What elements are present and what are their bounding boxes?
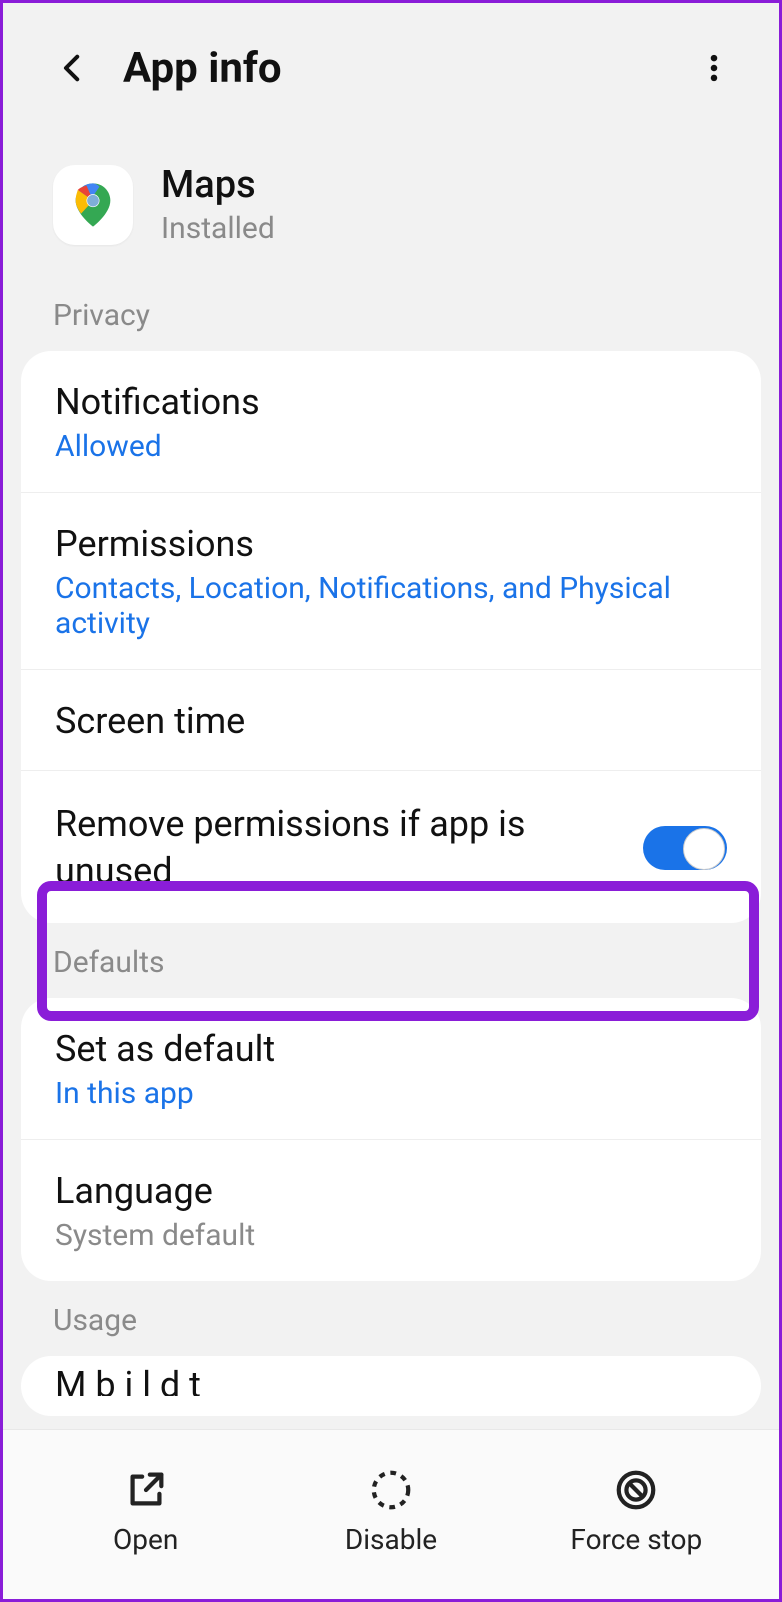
permissions-value: Contacts, Location, Notifications, and P…	[55, 571, 727, 641]
usage-card: M b i l d t	[21, 1356, 761, 1416]
defaults-card: Set as default In this app Language Syst…	[21, 998, 761, 1281]
disable-label: Disable	[345, 1523, 437, 1556]
set-default-title: Set as default	[55, 1028, 727, 1070]
language-title: Language	[55, 1170, 727, 1212]
more-options-button[interactable]	[689, 43, 739, 93]
section-label-defaults: Defaults	[3, 923, 779, 998]
app-install-status: Installed	[161, 211, 275, 246]
header-bar: App info	[3, 3, 779, 123]
language-item[interactable]: Language System default	[21, 1140, 761, 1281]
app-name: Maps	[161, 163, 275, 207]
back-button[interactable]	[53, 48, 93, 88]
app-icon	[53, 165, 133, 245]
set-default-value: In this app	[55, 1076, 727, 1111]
notifications-item[interactable]: Notifications Allowed	[21, 351, 761, 493]
mobile-data-item[interactable]: M b i l d t	[21, 1356, 761, 1396]
dashed-circle-icon	[368, 1467, 414, 1513]
more-vertical-icon	[697, 51, 731, 85]
permissions-item[interactable]: Permissions Contacts, Location, Notifica…	[21, 493, 761, 670]
privacy-card: Notifications Allowed Permissions Contac…	[21, 351, 761, 923]
screen-time-item[interactable]: Screen time	[21, 670, 761, 771]
language-value: System default	[55, 1218, 727, 1253]
back-icon	[56, 51, 90, 85]
notifications-title: Notifications	[55, 381, 727, 423]
bottom-action-bar: Open Disable Force stop	[3, 1429, 779, 1599]
remove-permissions-item[interactable]: Remove permissions if app is unused	[21, 771, 761, 923]
open-button[interactable]: Open	[23, 1467, 268, 1556]
force-stop-button[interactable]: Force stop	[514, 1467, 759, 1556]
open-label: Open	[113, 1523, 178, 1556]
mobile-data-title: M b i l d t	[55, 1364, 727, 1396]
disable-button[interactable]: Disable	[268, 1467, 513, 1556]
set-default-item[interactable]: Set as default In this app	[21, 998, 761, 1140]
page-title: App info	[123, 44, 659, 93]
notifications-value: Allowed	[55, 429, 727, 464]
open-external-icon	[123, 1467, 169, 1513]
screen-time-title: Screen time	[55, 700, 727, 742]
google-maps-icon	[67, 179, 119, 231]
permissions-title: Permissions	[55, 523, 727, 565]
remove-permissions-title: Remove permissions if app is unused	[55, 801, 623, 895]
app-summary-row: Maps Installed	[3, 123, 779, 276]
prohibit-icon	[613, 1467, 659, 1513]
force-stop-label: Force stop	[570, 1523, 702, 1556]
remove-permissions-toggle[interactable]	[643, 826, 727, 870]
section-label-usage: Usage	[3, 1281, 779, 1356]
section-label-privacy: Privacy	[3, 276, 779, 351]
